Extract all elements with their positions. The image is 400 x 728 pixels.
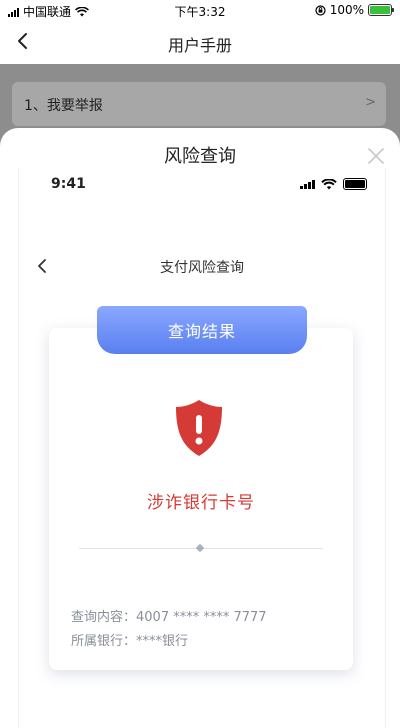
query-content-value: 4007 **** **** 7777 <box>136 610 267 625</box>
bank-value: ****银行 <box>136 634 189 649</box>
status-bar: 中国联通 下午3:32 100% <box>0 0 400 20</box>
ribbon-label: 查询结果 <box>167 322 236 341</box>
divider-diamond-icon <box>195 543 205 553</box>
page-title: 用户手册 <box>167 36 232 55</box>
result-ribbon: 查询结果 <box>97 306 307 354</box>
inner-status-bar: 9:41 <box>19 176 385 194</box>
orientation-lock-icon <box>315 4 326 16</box>
report-menu-item[interactable]: 1、我要举报 > <box>12 82 386 126</box>
bank-row: 所属银行：****银行 <box>71 630 188 649</box>
inner-status-time: 9:41 <box>51 176 86 192</box>
report-item-label: 1、我要举报 <box>24 98 103 114</box>
inner-battery-icon <box>343 178 367 190</box>
result-card: 涉诈银行卡号 查询内容：4007 **** **** 7777 所属银行：***… <box>49 328 353 670</box>
result-label: 涉诈银行卡号 <box>147 493 255 513</box>
warning-shield-icon <box>176 400 222 456</box>
inner-status-right <box>300 178 367 190</box>
inner-wifi-icon <box>321 178 337 189</box>
query-content-label: 查询内容： <box>71 610 137 625</box>
inner-nav-bar: 支付风险查询 <box>19 254 385 284</box>
chevron-right-icon: > <box>365 95 376 110</box>
risk-query-sheet: 风险查询 9:41 支付风险查询 涉诈银行卡号 查询内容：4007 **** *… <box>0 128 400 728</box>
battery-icon <box>368 4 394 16</box>
sheet-title: 风险查询 <box>164 146 236 167</box>
embedded-screenshot: 9:41 支付风险查询 涉诈银行卡号 查询内容：4007 **** **** 7… <box>18 168 386 728</box>
inner-signal-icon <box>300 179 315 189</box>
bank-label: 所属银行： <box>71 634 137 649</box>
query-content-row: 查询内容：4007 **** **** 7777 <box>71 606 267 625</box>
status-right: 100% <box>315 3 394 17</box>
nav-bar: 用户手册 <box>0 20 400 64</box>
battery-percent: 100% <box>329 3 364 17</box>
close-icon[interactable] <box>366 146 386 166</box>
inner-page-title: 支付风险查询 <box>160 260 244 276</box>
